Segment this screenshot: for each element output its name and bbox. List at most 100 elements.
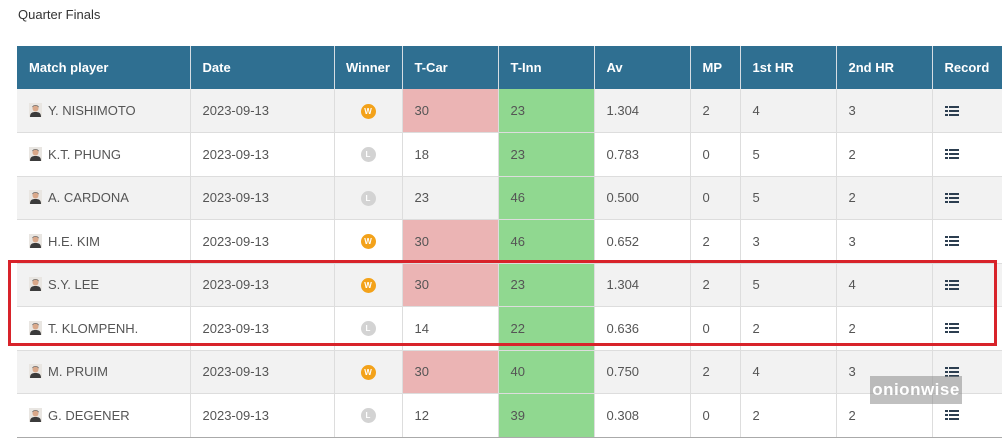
section-title: Quarter Finals (18, 7, 101, 22)
tcar-cell: 14 (402, 306, 499, 351)
hr1-cell: 4 (740, 89, 837, 133)
table-row: S.Y. LEE 2023-09-13 W 30 23 1.304 2 5 4 (17, 263, 1002, 307)
table-row: H.E. KIM 2023-09-13 W 30 46 0.652 2 3 3 (17, 219, 1002, 264)
winner-cell: L (334, 306, 403, 351)
hr2-cell: 3 (836, 89, 933, 133)
list-icon[interactable] (944, 278, 959, 293)
column-header-record[interactable]: Record (932, 46, 1002, 89)
table-row: Y. NISHIMOTO 2023-09-13 W 30 23 1.304 2 4 3 (17, 89, 1002, 133)
list-icon[interactable] (944, 234, 959, 249)
mp-cell: 0 (690, 393, 741, 438)
column-header-player[interactable]: Match player (17, 46, 191, 89)
column-header-2nd-hr[interactable]: 2nd HR (836, 46, 933, 89)
player-avatar-icon (29, 277, 42, 292)
win-badge-icon: W (360, 234, 376, 250)
tinn-cell: 46 (498, 219, 595, 264)
player-avatar-icon (29, 146, 42, 161)
column-header-tcar[interactable]: T-Car (402, 46, 499, 89)
player-avatar-icon (29, 103, 42, 117)
winner-cell: W (334, 263, 403, 307)
column-header-1st-hr[interactable]: 1st HR (740, 46, 837, 89)
list-icon[interactable] (944, 104, 959, 119)
loss-badge-icon: L (360, 408, 376, 424)
player-name[interactable]: H.E. KIM (48, 234, 100, 249)
hr1-cell: 5 (740, 132, 837, 177)
table-row: G. DEGENER 2023-09-13 L 12 39 0.308 0 2 2 (17, 393, 1002, 438)
record-cell (932, 263, 1002, 307)
tinn-cell: 40 (498, 350, 595, 394)
table-header-row: Match player Date Winner T-Car T-Inn Av … (17, 46, 1002, 89)
list-icon[interactable] (944, 147, 959, 162)
win-badge-icon: W (360, 103, 376, 119)
tcar-cell: 12 (402, 393, 499, 438)
results-table: Match player Date Winner T-Car T-Inn Av … (17, 46, 1002, 438)
record-cell (932, 176, 1002, 220)
win-badge-icon: W (360, 277, 376, 293)
tcar-cell: 30 (402, 89, 499, 133)
list-icon[interactable] (944, 191, 959, 206)
player-name[interactable]: K.T. PHUNG (48, 147, 121, 162)
player-cell[interactable]: G. DEGENER (17, 393, 191, 438)
mp-cell: 0 (690, 132, 741, 177)
mp-cell: 2 (690, 219, 741, 264)
winner-cell: W (334, 350, 403, 394)
watermark: onionwise (870, 376, 962, 404)
column-header-mp[interactable]: MP (690, 46, 741, 89)
player-cell[interactable]: Y. NISHIMOTO (17, 89, 191, 133)
winner-cell: W (334, 89, 403, 133)
player-cell[interactable]: A. CARDONA (17, 176, 191, 220)
player-cell[interactable]: M. PRUIM (17, 350, 191, 394)
mp-cell: 2 (690, 89, 741, 133)
column-header-date[interactable]: Date (190, 46, 335, 89)
record-cell (932, 306, 1002, 351)
hr1-cell: 5 (740, 263, 837, 307)
list-icon[interactable] (944, 321, 959, 336)
player-name[interactable]: A. CARDONA (48, 190, 129, 205)
av-cell: 0.500 (594, 176, 691, 220)
player-cell[interactable]: S.Y. LEE (17, 263, 191, 307)
av-cell: 0.783 (594, 132, 691, 177)
player-cell[interactable]: T. KLOMPENH. (17, 306, 191, 351)
player-name[interactable]: Y. NISHIMOTO (48, 103, 136, 118)
tinn-cell: 23 (498, 132, 595, 177)
player-avatar-icon (29, 190, 42, 205)
mp-cell: 0 (690, 176, 741, 220)
column-header-winner[interactable]: Winner (334, 46, 403, 89)
player-name[interactable]: S.Y. LEE (48, 277, 99, 292)
tcar-cell: 18 (402, 132, 499, 177)
mp-cell: 2 (690, 263, 741, 307)
player-cell[interactable]: H.E. KIM (17, 219, 191, 264)
tinn-cell: 39 (498, 393, 595, 438)
column-header-tinn[interactable]: T-Inn (498, 46, 595, 89)
winner-cell: L (334, 393, 403, 438)
av-cell: 0.750 (594, 350, 691, 394)
winner-cell: L (334, 132, 403, 177)
date-cell: 2023-09-13 (190, 132, 335, 177)
tinn-cell: 23 (498, 263, 595, 307)
table-row: A. CARDONA 2023-09-13 L 23 46 0.500 0 5 2 (17, 176, 1002, 220)
mp-cell: 2 (690, 350, 741, 394)
player-name[interactable]: G. DEGENER (48, 408, 130, 423)
av-cell: 1.304 (594, 263, 691, 307)
table-row: M. PRUIM 2023-09-13 W 30 40 0.750 2 4 3 (17, 350, 1002, 394)
player-name[interactable]: M. PRUIM (48, 364, 108, 379)
player-avatar-icon (29, 364, 42, 379)
date-cell: 2023-09-13 (190, 350, 335, 394)
record-cell (932, 219, 1002, 264)
hr2-cell: 2 (836, 306, 933, 351)
player-cell[interactable]: K.T. PHUNG (17, 132, 191, 177)
date-cell: 2023-09-13 (190, 176, 335, 220)
player-avatar-icon (29, 320, 42, 335)
winner-cell: W (334, 219, 403, 264)
date-cell: 2023-09-13 (190, 306, 335, 351)
player-avatar-icon (29, 407, 42, 422)
list-icon[interactable] (944, 408, 959, 423)
av-cell: 1.304 (594, 89, 691, 133)
column-header-av[interactable]: Av (594, 46, 691, 89)
player-name[interactable]: T. KLOMPENH. (48, 321, 138, 336)
record-cell (932, 132, 1002, 177)
tcar-cell: 30 (402, 350, 499, 394)
player-avatar-icon (29, 233, 42, 248)
loss-badge-icon: L (360, 147, 376, 163)
tinn-cell: 22 (498, 306, 595, 351)
